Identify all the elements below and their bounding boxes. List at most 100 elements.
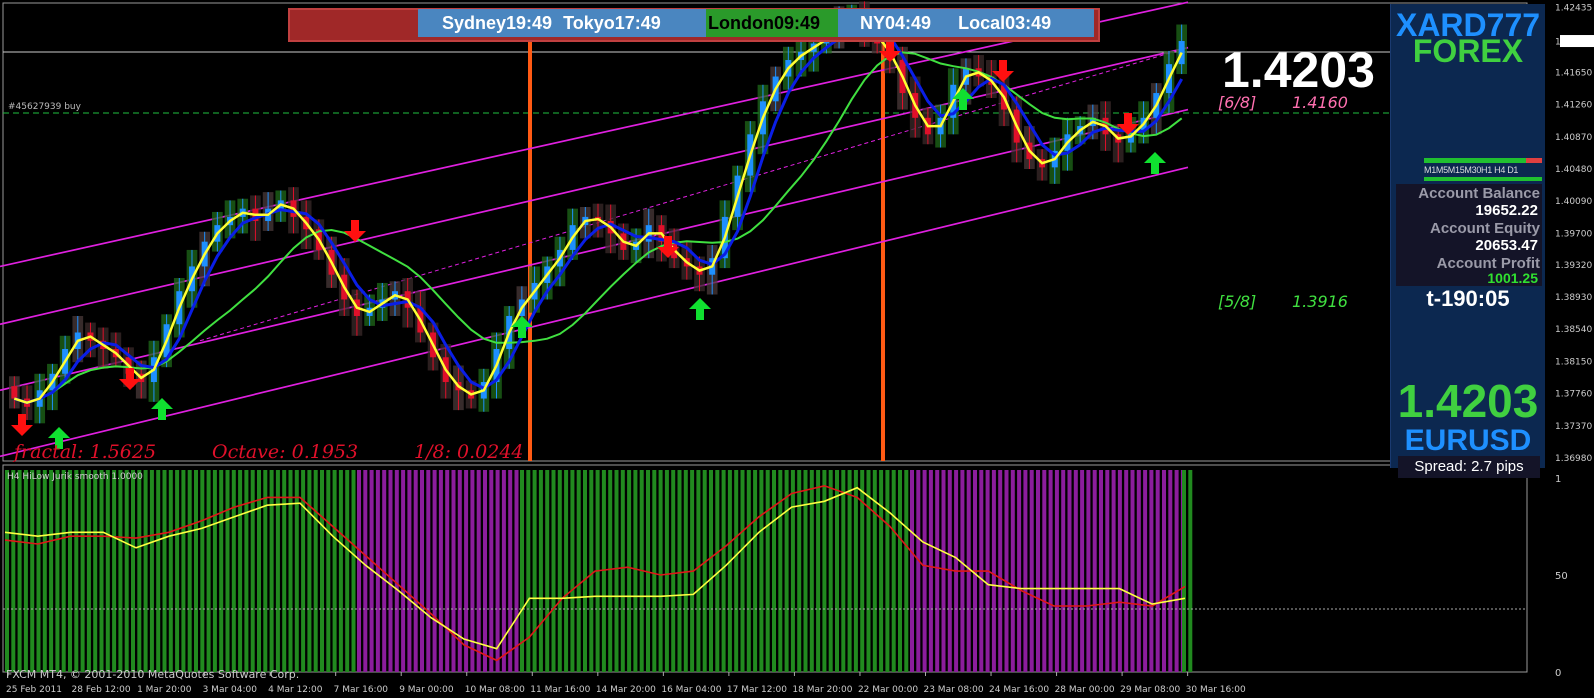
indicator-bar: [238, 470, 243, 672]
indicator-bar: [677, 470, 682, 672]
chart-canvas[interactable]: 1.424351.420251.416501.412601.408701.404…: [0, 0, 1594, 698]
indicator-bar: [627, 470, 632, 672]
indicator-bar: [263, 470, 268, 672]
account-balance-value: 19652.22: [1475, 202, 1538, 219]
indicator-bar: [36, 470, 41, 672]
indicator-bar: [42, 470, 47, 672]
price-tick-label: 1.40090: [1555, 197, 1592, 207]
indicator-bar: [288, 470, 293, 672]
indicator-bar: [1136, 470, 1141, 672]
indicator-bar: [294, 470, 299, 672]
indicator-bar: [614, 470, 619, 672]
indicator-bar: [495, 470, 500, 672]
indicator-bar: [219, 470, 224, 672]
time-tick-label: 10 Mar 08:00: [465, 685, 525, 695]
indicator-bar: [879, 470, 884, 672]
indicator-bar: [564, 470, 569, 672]
indicator-bar: [23, 470, 28, 672]
indicator-label: H4 HiLow Jurik smooth 1.0000: [7, 472, 143, 482]
indicator-bar: [93, 470, 98, 672]
timeframe-labels[interactable]: M1M5M15M30H1 H4 D1: [1424, 165, 1518, 175]
price-tick-label: 1.38930: [1555, 293, 1592, 303]
price-tick-label: 1.37760: [1555, 390, 1592, 400]
indicator-bar: [401, 470, 406, 672]
time-tick-label: 4 Mar 12:00: [268, 685, 323, 695]
price-tick-label: 1.40480: [1555, 165, 1592, 175]
copyright-label: FXCM MT4, © 2001-2010 MetaQuotes Softwar…: [6, 668, 299, 681]
time-tick-label: 17 Mar 12:00: [727, 685, 787, 695]
indicator-bar: [483, 470, 487, 672]
indicator-bar: [790, 470, 795, 672]
indicator-bar: [212, 470, 217, 672]
indicator-bar: [49, 470, 54, 672]
indicator-bar: [841, 470, 846, 672]
indicator-bar: [803, 470, 808, 672]
indicator-bar: [784, 470, 789, 672]
indicator-bar: [1149, 470, 1154, 672]
indicator-bar: [916, 470, 921, 672]
indicator-bar: [1124, 470, 1129, 672]
price-tick-label: 1.36980: [1555, 454, 1592, 464]
time-tick-label: 24 Mar 16:00: [989, 685, 1049, 695]
time-tick-label: 14 Mar 20:00: [596, 685, 656, 695]
timeframe-strip-d1: [1526, 158, 1542, 163]
indicator-bar: [709, 470, 713, 672]
indicator-bar: [74, 470, 79, 672]
indicator-bar: [991, 470, 996, 672]
indicator-bar: [175, 470, 180, 672]
time-tick-label: 28 Mar 00:00: [1055, 685, 1115, 695]
indicator-bar: [898, 470, 902, 672]
indicator-bar: [351, 470, 356, 672]
current-price-marker: [1560, 35, 1594, 48]
indicator-bar: [320, 470, 324, 672]
indicator-bar: [746, 470, 751, 672]
session-sydney: Sydney19:49 Tokyo17:49: [418, 9, 706, 37]
indicator-bar: [532, 470, 537, 672]
indicator-bar: [740, 470, 745, 672]
indicator-bar: [589, 470, 594, 672]
price-tick-label: 1.37370: [1555, 422, 1592, 432]
indicator-bar: [1042, 470, 1047, 672]
indicator-bar: [338, 470, 343, 672]
indicator-bar: [149, 470, 154, 672]
time-tick-label: 25 Feb 2011: [6, 685, 62, 695]
indicator-bar: [702, 470, 707, 672]
indicator-bar: [143, 470, 148, 672]
indicator-bar: [1099, 470, 1103, 672]
local-time: 03:49: [1005, 13, 1052, 33]
account-equity-label: Account Equity: [1429, 220, 1540, 237]
indicator-bar: [345, 470, 350, 672]
indicator-bar: [1130, 470, 1135, 672]
indicator-bar: [1023, 470, 1028, 672]
indicator-bar: [633, 470, 638, 672]
indicator-bar: [282, 470, 287, 672]
indicator-bar: [759, 470, 764, 672]
fractal-label: fractal: 1.5625: [12, 441, 156, 463]
indicator-bar: [721, 470, 726, 672]
indicator-bar: [332, 470, 337, 672]
indicator-bar: [753, 470, 758, 672]
indicator-bar: [765, 470, 770, 672]
indicator-bar: [941, 470, 946, 672]
price-tick-label: 1.41650: [1555, 68, 1592, 78]
time-tick-label: 9 Mar 00:00: [399, 685, 454, 695]
indicator-bar: [557, 470, 562, 672]
indicator-bar: [1111, 470, 1116, 672]
session-london: London09:49: [706, 9, 838, 37]
indicator-bar: [1017, 470, 1022, 672]
level-6-8-value: 1.4160: [1292, 93, 1348, 112]
order-label: #45627939 buy: [8, 102, 82, 112]
indicator-bar: [1155, 470, 1160, 672]
london-time: 09:49: [773, 13, 821, 33]
indicator-bar: [1182, 470, 1186, 672]
bar-countdown: t-190:05: [1426, 286, 1510, 311]
indicator-bar: [538, 470, 543, 672]
indicator-bar: [671, 470, 676, 672]
indicator-bar: [244, 470, 249, 672]
indicator-bar: [5, 470, 9, 672]
indicator-bar: [156, 470, 161, 672]
indicator-bar: [501, 470, 506, 672]
level-5-8: [5/8]: [1218, 292, 1256, 311]
time-tick-label: 29 Mar 08:00: [1120, 685, 1180, 695]
time-tick-label: 23 Mar 08:00: [923, 685, 983, 695]
